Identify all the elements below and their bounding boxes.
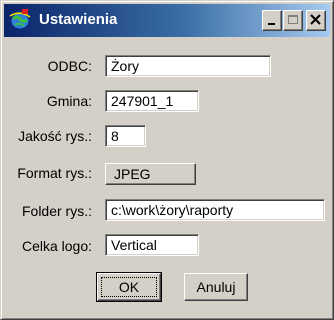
gmina-label: Gmina: [46,93,92,109]
format-label: Format rys.: [17,165,92,181]
window-title: Ustawienia [39,11,118,28]
close-icon [310,14,321,25]
maximize-button[interactable] [283,10,303,31]
quality-label: Jakość rys.: [18,128,92,144]
format-select-button[interactable]: JPEG [105,163,196,185]
globe-icon [8,8,32,32]
odbc-label: ODBC: [47,58,92,74]
logo-cell-label: Celka logo: [21,238,92,254]
gmina-input[interactable]: 247901_1 [105,90,199,112]
logo-cell-input[interactable]: Vertical [105,234,199,256]
settings-dialog: Ustawienia ODBC: Żory Gmina: 247901_1 Ja… [0,0,334,320]
cancel-button[interactable]: Anuluj [184,273,248,301]
folder-input[interactable]: c:\work\żory\raporty [105,199,325,221]
ok-button[interactable]: OK [97,273,161,301]
maximize-icon [288,15,298,24]
quality-input[interactable]: 8 [105,125,146,147]
odbc-input[interactable]: Żory [105,55,271,77]
minimize-icon [268,23,275,25]
minimize-button[interactable] [262,10,282,31]
title-bar[interactable]: Ustawienia [4,4,330,37]
folder-label: Folder rys.: [21,203,92,219]
close-button[interactable] [306,10,326,31]
